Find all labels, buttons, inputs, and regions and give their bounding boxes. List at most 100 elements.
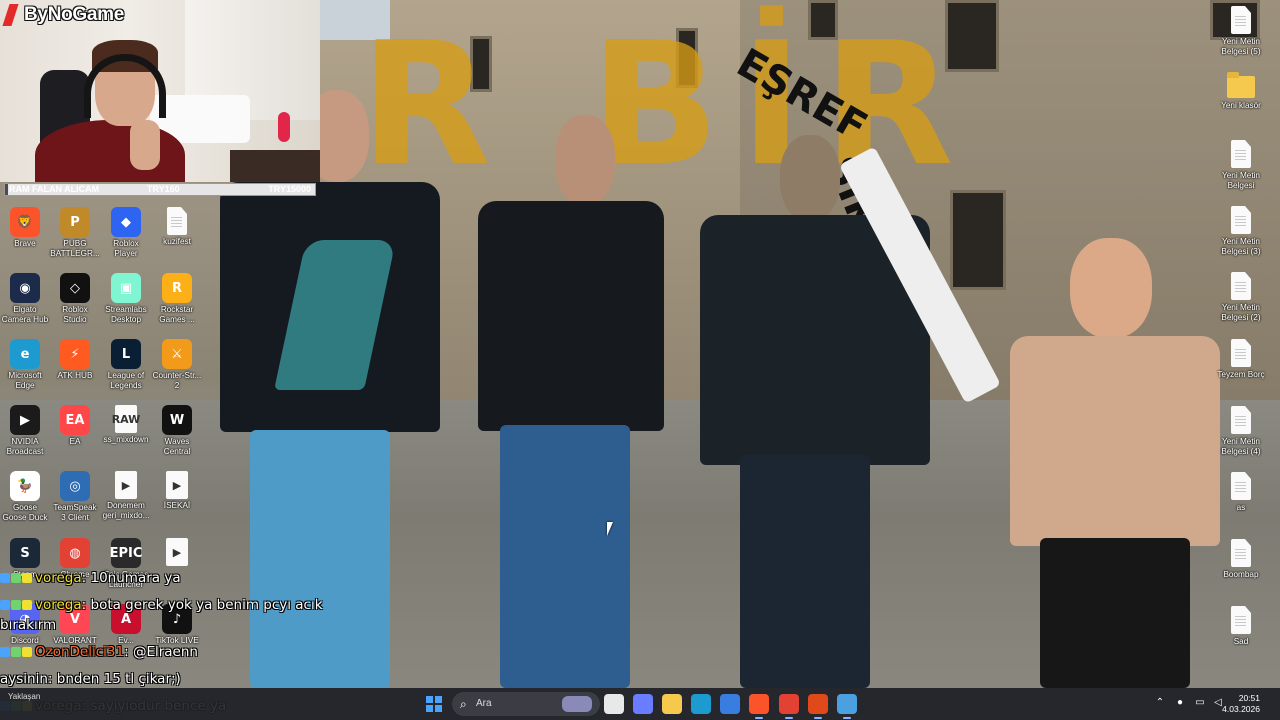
chat-message: OzonDelici31: @Elraenn xyxy=(0,644,198,660)
document-icon xyxy=(167,207,187,235)
streamlabs-icon[interactable] xyxy=(808,694,828,719)
desktop-icon-label: Yeni Metin Belgesi (4) xyxy=(1221,437,1261,456)
counter-strike-icon: ⚔ xyxy=(162,339,192,369)
desktop-icon[interactable]: W Waves Central xyxy=(152,405,202,456)
desktop-icon[interactable]: ◉ Elgato Camera Hub xyxy=(0,273,50,324)
desktop-icon-label: Yeni Metin Belgesi (3) xyxy=(1221,237,1261,256)
edge-icon: e xyxy=(10,339,40,369)
chat-separator: : xyxy=(81,597,91,613)
desktop-icon-label: Yeni Metin Belgesi (5) xyxy=(1221,37,1261,56)
file-explorer-icon[interactable] xyxy=(662,694,682,714)
chat-message: vorega: 10numara ya xyxy=(0,570,181,586)
start-button[interactable] xyxy=(426,696,442,712)
castle-window xyxy=(950,190,1006,290)
chevron-up-icon[interactable]: ⌃ xyxy=(1154,697,1166,709)
desktop-icon[interactable]: ▶ Donemem geri_mixdo... xyxy=(101,471,151,520)
desktop-icon[interactable]: Yeni Metin Belgesi (3) xyxy=(1211,206,1271,256)
desktop-icon[interactable]: as xyxy=(1211,472,1271,513)
chat-text: 10numara ya xyxy=(90,570,181,586)
desktop-icon[interactable]: Yeni Metin Belgesi (5) xyxy=(1211,6,1271,56)
desktop-icon[interactable]: ▶ İSEKAİ xyxy=(152,471,202,511)
chat-text: bırakırm xyxy=(0,617,57,633)
desktop-icon[interactable]: Boombap xyxy=(1211,539,1271,580)
video-file-icon: ▶ xyxy=(166,471,188,499)
chat-separator: : xyxy=(124,644,133,660)
taskbar: Yaklaşan ⌕ Ara ⌃ ● ▭ ◁ 20:51 4.03.2026 xyxy=(0,688,1280,720)
goal-target: TRY15000 xyxy=(268,184,311,194)
stream-brand: ByNoGame xyxy=(2,4,124,26)
desktop-icon[interactable]: ⚔ Counter-Str... 2 xyxy=(152,339,202,390)
desktop-icon[interactable]: L League of Legends xyxy=(101,339,151,390)
folder-icon xyxy=(1227,72,1255,98)
desktop-icon[interactable]: 🦆 Goose Goose Duck xyxy=(0,471,50,522)
document-icon xyxy=(1231,272,1251,300)
desktop-icon-label: İSEKAİ xyxy=(163,501,191,510)
chat-message: vorega: bota gerek yok ya benim pcyı acı… xyxy=(0,597,323,613)
desktop-icon[interactable]: ▶ xyxy=(152,538,202,568)
desktop-icon[interactable]: R Rockstar Games ... xyxy=(152,273,202,324)
desktop-icon[interactable]: P PUBG BATTLEGR... xyxy=(50,207,100,258)
desktop-icon[interactable]: Sad xyxy=(1211,606,1271,647)
brand-name: ByNoGame xyxy=(24,4,125,25)
desktop-icon[interactable]: ▶ NVIDIA Broadcast xyxy=(0,405,50,456)
donation-goal-fill xyxy=(5,184,9,195)
chat-separator: : xyxy=(47,671,57,687)
desktop-icon[interactable]: Yeni klasör xyxy=(1211,72,1271,111)
streamlabs-icon: ▣ xyxy=(111,273,141,303)
chrome-icon[interactable] xyxy=(779,694,799,719)
clock[interactable]: 20:51 4.03.2026 xyxy=(1222,693,1260,715)
roblox-studio-icon: ◇ xyxy=(60,273,90,303)
chat-username: vorega xyxy=(35,597,82,613)
desktop-icon-label: Microsoft Edge xyxy=(8,371,42,390)
document-icon xyxy=(1231,140,1251,168)
chat-text: bnden 15 tl çikar;) xyxy=(56,671,181,687)
desktop-icon-label: TeamSpeak 3 Client xyxy=(53,503,97,522)
nvidia-icon: ▶ xyxy=(10,405,40,435)
desktop-icon-label: Streamlabs Desktop xyxy=(105,305,147,324)
desktop-icon[interactable]: RAW ss_mixdown xyxy=(101,405,151,445)
video-file-icon: ▶ xyxy=(166,538,188,566)
desktop-icon-label: Yeni Metin Belgesi (2) xyxy=(1221,303,1261,322)
document-icon xyxy=(1231,539,1251,567)
desktop-icon[interactable]: Yeni Metin Belgesi xyxy=(1211,140,1271,190)
goal-name: RAM FALAN ALICAM xyxy=(9,184,100,194)
video-file-icon: ▶ xyxy=(115,471,137,499)
desktop-icon-label: EA xyxy=(69,437,81,446)
mouse-cursor-icon xyxy=(607,522,619,536)
desktop-icon-label: Teyzem Borç xyxy=(1217,370,1265,379)
goose-icon: 🦆 xyxy=(10,471,40,501)
brave-icon[interactable] xyxy=(749,694,769,719)
desktop-icon[interactable]: 🦁 Brave xyxy=(0,207,50,249)
network-icon[interactable]: ▭ xyxy=(1194,697,1206,709)
desktop-icon[interactable]: Yeni Metin Belgesi (4) xyxy=(1211,406,1271,456)
microsoft-store-icon[interactable] xyxy=(720,694,740,714)
desktop-icon[interactable]: ◇ Roblox Studio xyxy=(50,273,100,324)
desktop-icon-label: Roblox Player xyxy=(113,239,139,258)
league-icon: L xyxy=(111,339,141,369)
edge-icon[interactable] xyxy=(691,694,711,714)
desktop-icon[interactable]: ▣ Streamlabs Desktop xyxy=(101,273,151,324)
desktop-icon[interactable]: Teyzem Borç xyxy=(1211,339,1271,380)
copilot-icon[interactable] xyxy=(633,694,653,714)
task-view-icon[interactable] xyxy=(604,694,624,714)
desktop-icon[interactable]: EA EA xyxy=(50,405,100,447)
system-tray: ⌃ ● ▭ ◁ 20:51 4.03.2026 xyxy=(1140,688,1280,720)
pubg-icon: P xyxy=(60,207,90,237)
desktop-icon[interactable]: ◎ TeamSpeak 3 Client xyxy=(50,471,100,522)
desktop-icon[interactable]: Yeni Metin Belgesi (2) xyxy=(1211,272,1271,322)
app-icon[interactable] xyxy=(837,694,857,719)
desktop-icon-label: Boombap xyxy=(1223,570,1259,579)
taskbar-search[interactable]: ⌕ Ara xyxy=(452,692,600,716)
desktop-icon[interactable]: ⚡ ATK HUB xyxy=(50,339,100,381)
brave-icon: 🦁 xyxy=(10,207,40,237)
microphone-icon[interactable]: ● xyxy=(1174,697,1186,709)
clock-date: 4.03.2026 xyxy=(1222,704,1260,714)
desktop-icon[interactable]: e Microsoft Edge xyxy=(0,339,50,390)
rockstar-icon: R xyxy=(162,273,192,303)
desktop-icon[interactable]: ◆ Roblox Player xyxy=(101,207,151,258)
weather-widget[interactable]: Yaklaşan xyxy=(8,692,40,701)
elgato-icon: ◉ xyxy=(10,273,40,303)
desktop-icon[interactable]: kuzifest xyxy=(152,207,202,247)
ea-icon: EA xyxy=(60,405,90,435)
desktop-icon-label: as xyxy=(1236,503,1246,512)
